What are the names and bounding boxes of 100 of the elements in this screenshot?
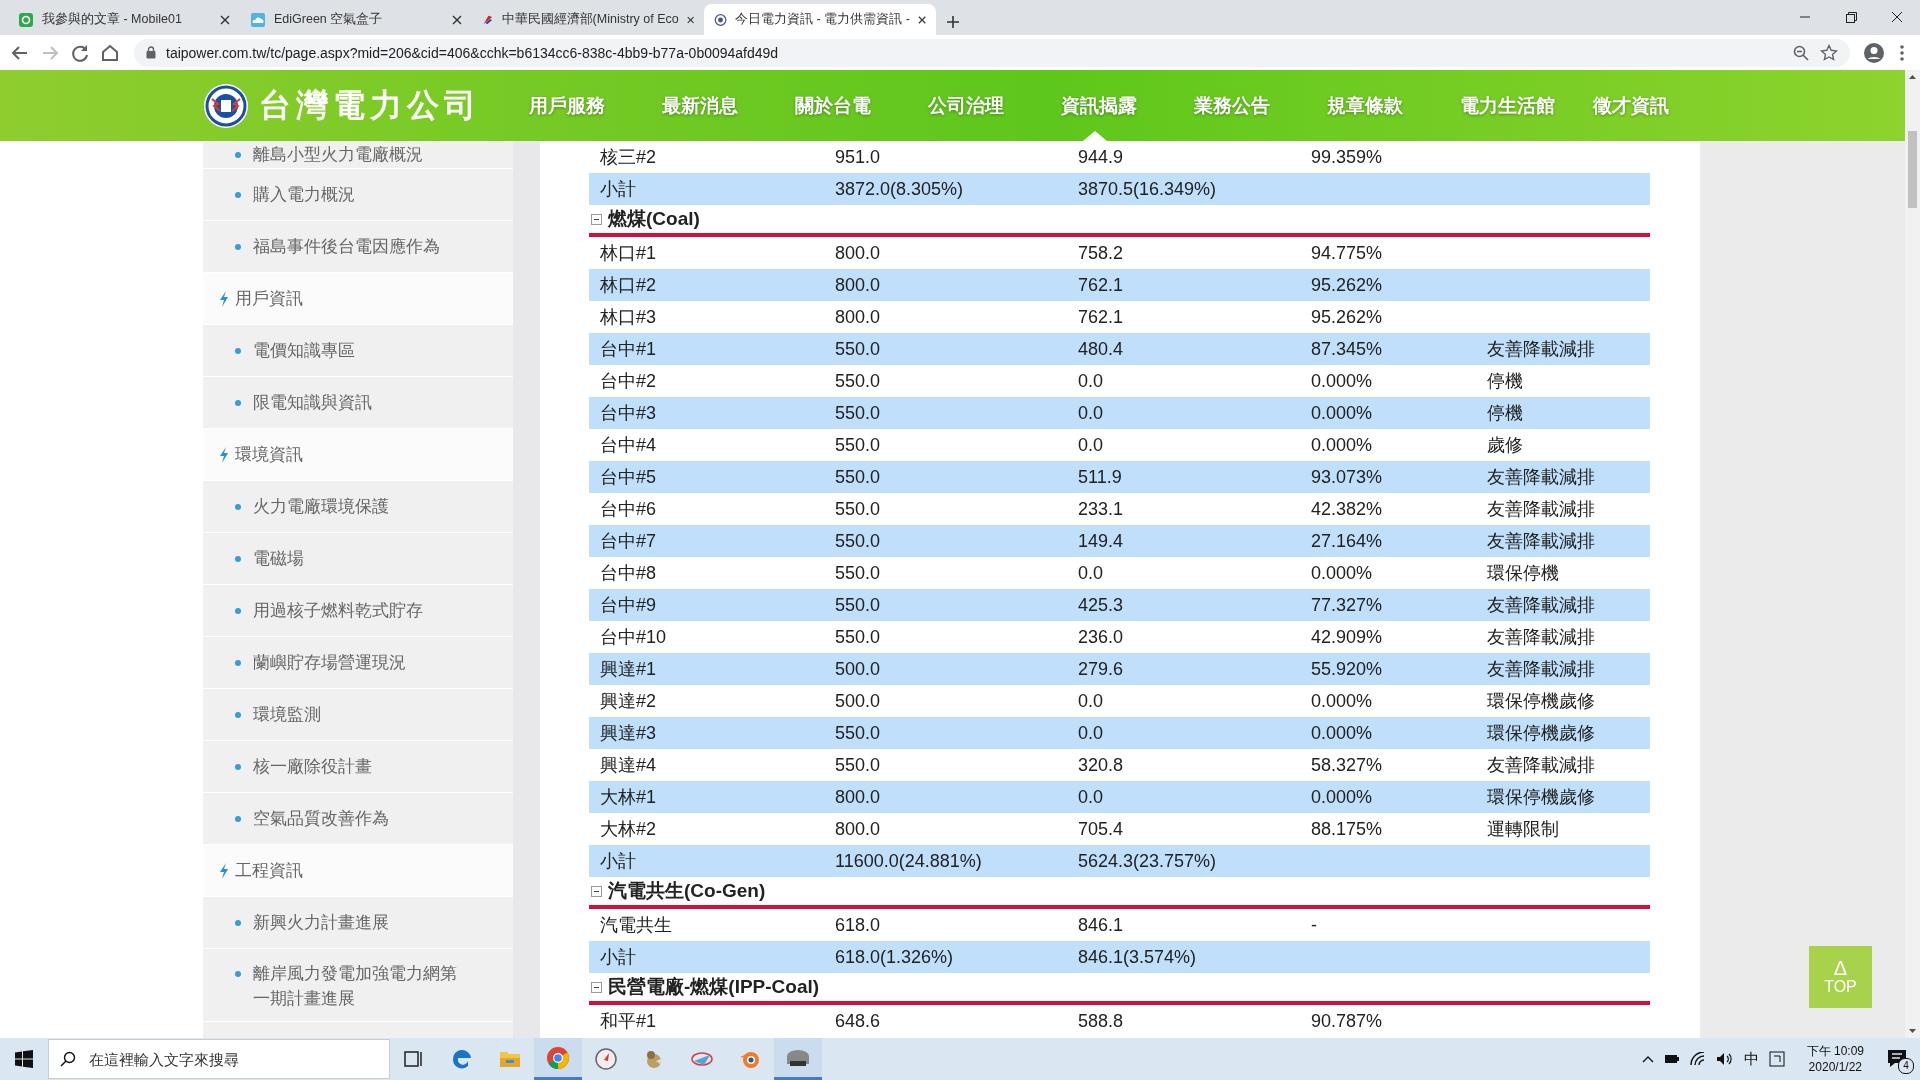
table-cell-text: 762.1	[1077, 306, 1125, 328]
close-icon[interactable]	[220, 14, 230, 25]
clock[interactable]: 下午 10:09 2020/1/22	[1806, 1043, 1864, 1075]
bullet-icon	[235, 151, 241, 158]
volume-icon[interactable]	[1715, 1052, 1734, 1066]
table-cell-text: 951.0	[834, 146, 882, 168]
table-cell-text: 944.9	[1077, 146, 1125, 168]
search-field[interactable]: 在這裡輸入文字來搜尋	[48, 1039, 390, 1079]
table-cell-text: 95.262%	[1310, 306, 1384, 328]
table-cell-text: 運轉限制	[1486, 818, 1560, 841]
table-cell-text: 42.382%	[1310, 498, 1384, 520]
input-method[interactable]: 中	[1743, 1049, 1759, 1069]
address-bar[interactable]: taipower.com.tw/tc/page.aspx?mid=206&cid=406&cchk=b6134cc6-838c-4bb9-b77a-0b0094afd49d	[134, 38, 1850, 67]
table-cell-text: 93.073%	[1310, 466, 1384, 488]
star-icon[interactable]	[1820, 43, 1838, 62]
table-cell-text: 停機	[1486, 370, 1524, 393]
sidebar-category[interactable]: 工程資訊	[203, 845, 513, 897]
table-cell-text: 618.0	[834, 914, 882, 936]
scrollbar-thumb[interactable]	[1908, 131, 1917, 208]
table-cell-text: 友善降載減排	[1486, 594, 1596, 617]
table-cell-text: 0.000%	[1310, 562, 1374, 584]
table-cell-text: 550.0	[834, 466, 882, 488]
table-cell-text: 425.3	[1077, 594, 1125, 616]
sidebar-category[interactable]: 用戶資訊	[203, 273, 513, 325]
table-cell-text: 友善降載減排	[1486, 466, 1596, 489]
table-cell-text: 550.0	[834, 338, 882, 360]
table-cell-text: 台中#1	[599, 338, 658, 361]
table-cell-text: 550.0	[834, 530, 882, 552]
bullet-icon	[235, 711, 241, 718]
table-cell-text: 550.0	[834, 722, 882, 744]
table-cell-text: 0.000%	[1310, 402, 1374, 424]
table-cell-text: 歲修	[1486, 434, 1524, 457]
table-cell-text: 林口#2	[599, 274, 658, 297]
table-cell-text: 台中#8	[599, 562, 658, 585]
browser-tab[interactable]: EdiGreen 空氣盒子	[240, 4, 472, 35]
table-cell-text: -	[1310, 914, 1318, 936]
bullet-icon	[235, 243, 241, 250]
table-cell-text: 11600.0(24.881%)	[834, 850, 983, 872]
section-title: 民營電廠-燃煤(IPP-Coal)	[608, 975, 820, 999]
edge-icon[interactable]	[450, 1047, 474, 1071]
table-cell-text: 648.6	[834, 1010, 882, 1032]
table-cell-text: 興達#4	[599, 754, 658, 777]
browser-tab[interactable]: 中華民國經濟部(Ministry of Eco	[472, 4, 704, 35]
new-tab-icon[interactable]	[946, 15, 960, 29]
table-cell-text: 550.0	[834, 498, 882, 520]
table-cell-text: 大林#1	[599, 786, 658, 809]
table-cell-text: 台中#4	[599, 434, 658, 457]
lightning-icon	[219, 290, 229, 307]
table-cell-text: 94.775%	[1310, 242, 1384, 264]
bullet-icon	[235, 503, 241, 510]
table-cell-text: 汽電共生	[599, 914, 673, 937]
table-cell-text: 705.4	[1077, 818, 1125, 840]
table-cell-text: 和平#1	[599, 1010, 658, 1033]
bullet-icon	[235, 971, 241, 977]
table-cell-text: 800.0	[834, 786, 882, 808]
globe-icon	[714, 11, 728, 28]
table-cell-text: 興達#1	[599, 658, 658, 681]
table-cell-text: 320.8	[1077, 754, 1125, 776]
close-icon[interactable]	[452, 14, 462, 25]
task-view-icon[interactable]	[403, 1049, 425, 1069]
table-cell-text: 0.000%	[1310, 786, 1374, 808]
compass-icon[interactable]	[594, 1047, 618, 1071]
wifi-icon[interactable]	[1689, 1052, 1706, 1066]
lock-icon	[146, 46, 156, 59]
logo-text: 台灣電力公司	[259, 84, 481, 126]
caret-icon[interactable]	[1641, 1054, 1654, 1064]
keyboard-mode-icon[interactable]	[1768, 1051, 1785, 1067]
battery-icon[interactable]	[1663, 1053, 1680, 1065]
table-cell-text: 77.327%	[1310, 594, 1384, 616]
bullet-icon	[235, 191, 241, 198]
table-cell-text: 27.164%	[1310, 530, 1384, 552]
sidebar-category[interactable]: 環境資訊	[203, 429, 513, 481]
profile-icon[interactable]	[1862, 40, 1886, 65]
zoom-out-icon[interactable]	[1792, 43, 1810, 62]
windows-icon[interactable]	[15, 1050, 33, 1068]
close-icon[interactable]	[686, 14, 694, 25]
table-cell-text: 42.909%	[1310, 626, 1384, 648]
table-cell-text: 友善降載減排	[1486, 626, 1596, 649]
table-cell-text: 279.6	[1077, 658, 1125, 680]
url-text: taipower.com.tw/tc/page.aspx?mid=206&cid=406&cchk=b6134cc6-838c-4bb9-b77a-0b0094afd49d	[166, 44, 780, 61]
collapse-icon[interactable]	[591, 981, 602, 993]
browser-tab[interactable]: 今日電力資訊 - 電力供需資訊 -	[704, 4, 936, 35]
table-cell-text: 0.0	[1077, 786, 1105, 808]
sidebar-link[interactable]: 離島小型火力電廠概況	[203, 141, 513, 169]
bullet-icon	[235, 347, 241, 354]
table-cell-text: 236.0	[1077, 626, 1125, 648]
table-cell-text: 500.0	[834, 658, 882, 680]
chrome-icon[interactable]	[546, 1045, 570, 1070]
browser-tab[interactable]: 我參與的文章 - Mobile01	[8, 4, 240, 35]
collapse-icon[interactable]	[591, 213, 602, 225]
bullet-icon	[235, 919, 241, 926]
bullet-icon	[235, 399, 241, 406]
table-cell-text: 88.175%	[1310, 818, 1384, 840]
table-cell-text: 58.327%	[1310, 754, 1384, 776]
table-cell-text: 5624.3(23.757%)	[1077, 850, 1218, 872]
table-cell-text: 核三#2	[599, 146, 658, 169]
table-cell-text: 480.4	[1077, 338, 1125, 360]
close-icon[interactable]	[917, 14, 926, 25]
collapse-icon[interactable]	[591, 885, 602, 897]
table-cell-text: 762.1	[1077, 274, 1125, 296]
